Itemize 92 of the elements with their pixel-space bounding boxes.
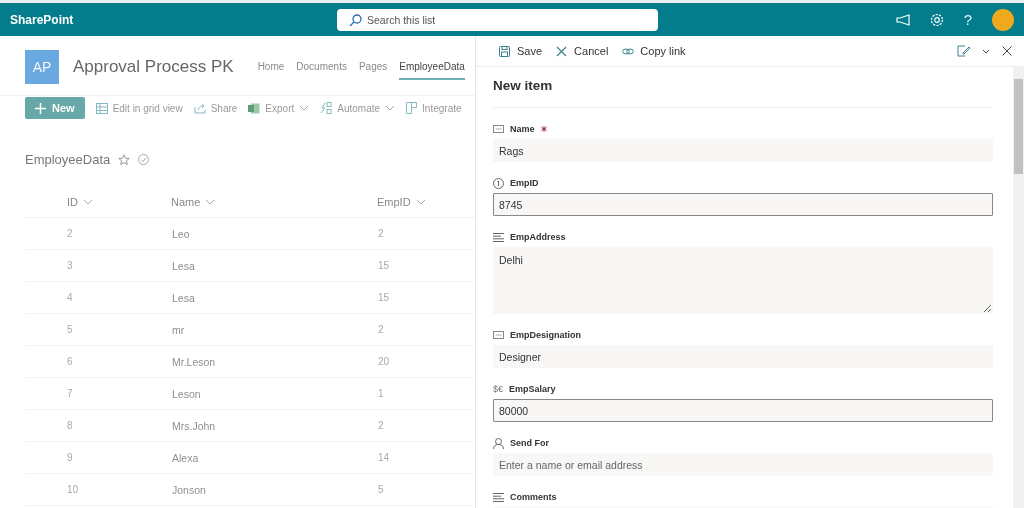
field-label: Name: [510, 124, 535, 134]
table-cell: mr: [172, 323, 185, 336]
table-cell: 5: [378, 484, 384, 495]
list-title: EmployeeData: [25, 152, 111, 167]
chevron-icon: [83, 199, 93, 205]
table-cell: 20: [378, 356, 390, 367]
table-cell: 2: [378, 228, 384, 239]
command-button[interactable]: Share: [193, 102, 238, 114]
table-cell: Lesa: [172, 259, 195, 272]
avatar-icon[interactable]: [992, 8, 1014, 31]
chevron-icon: [415, 199, 426, 205]
table-cell: 2: [378, 420, 384, 431]
column-header[interactable]: ID: [67, 196, 93, 208]
field-label: EmpDesignation: [510, 330, 581, 340]
input-field[interactable]: Rags: [493, 139, 993, 162]
search-field[interactable]: Search this list: [337, 8, 658, 31]
text-field-icon: [493, 125, 504, 133]
table-cell: 7: [67, 388, 73, 399]
integrate-icon: [406, 102, 418, 114]
table-cell: Alexa: [172, 451, 199, 464]
table-cell: Mrs.John: [172, 419, 216, 432]
table-cell: 15: [378, 292, 390, 303]
table-cell: Mr.Leson: [172, 355, 216, 368]
close-icon[interactable]: [1002, 46, 1012, 56]
toolbar-button[interactable]: Save: [499, 45, 543, 57]
table-cell: 2: [378, 324, 384, 335]
input-field[interactable]: 80000: [493, 399, 993, 422]
toolbar-button[interactable]: Copy link: [622, 45, 686, 57]
settings-icon[interactable]: [929, 12, 944, 27]
share-icon: [193, 102, 206, 114]
table-cell: 3: [67, 260, 73, 271]
nav-tab[interactable]: Documents: [296, 54, 347, 80]
table-cell: 9: [67, 452, 73, 463]
input-field[interactable]: Designer: [493, 345, 993, 368]
table-cell: 5: [67, 324, 73, 335]
flow-icon: [320, 102, 333, 114]
table-cell: Leo: [172, 227, 190, 240]
input-field[interactable]: Enter a name or email address: [493, 453, 993, 476]
table-cell: 6: [67, 356, 73, 367]
field-label: EmpSalary: [509, 384, 556, 394]
column-header[interactable]: EmpID: [377, 196, 426, 208]
edit-form-icon[interactable]: [957, 45, 970, 57]
number-icon: [493, 177, 504, 189]
plus-icon: [35, 102, 46, 114]
column-header[interactable]: Name: [171, 196, 216, 208]
spreadsheet-icon: [248, 102, 261, 114]
scrollbar-thumb[interactable]: [1014, 79, 1023, 174]
lines-icon: [493, 492, 504, 502]
table-cell: 14: [378, 452, 390, 463]
field-label: Send For: [510, 438, 549, 448]
check-circle-icon: [138, 154, 150, 165]
command-button[interactable]: Export: [248, 102, 310, 114]
currency-symbol: $€: [493, 384, 503, 394]
field-label: EmpAddress: [510, 232, 566, 242]
site-logo[interactable]: AP: [25, 50, 59, 84]
grid-icon: [95, 102, 108, 114]
input-field[interactable]: 8745: [493, 193, 993, 216]
command-button[interactable]: Automate: [320, 102, 396, 114]
table-cell: 15: [378, 260, 390, 271]
close-icon: [556, 45, 569, 57]
table-cell: 10: [67, 484, 79, 495]
table-cell: 1: [378, 388, 384, 399]
text-field-icon: [493, 331, 504, 339]
table-cell: Lesa: [172, 291, 195, 304]
table-cell: 8: [67, 420, 73, 431]
chevron-icon: [205, 199, 216, 205]
link-icon: [622, 45, 635, 57]
field-label: Comments: [510, 492, 557, 502]
field-label: EmpID: [510, 178, 539, 188]
lines-icon: [493, 232, 504, 242]
toolbar-button[interactable]: Cancel: [556, 45, 609, 57]
nav-tab[interactable]: EmployeeData: [399, 54, 465, 80]
command-button[interactable]: Integrate: [406, 102, 462, 114]
nav-tab[interactable]: Home: [257, 54, 285, 80]
new-button[interactable]: New: [25, 97, 85, 119]
megaphone-icon[interactable]: [895, 13, 910, 26]
table-cell: Jonson: [172, 483, 206, 496]
app-name[interactable]: SharePoint: [10, 12, 337, 27]
command-button[interactable]: Edit in grid view: [95, 102, 183, 114]
nav-tab[interactable]: Pages: [358, 54, 388, 80]
star-icon[interactable]: [118, 153, 131, 166]
save-icon: [499, 45, 511, 57]
site-title[interactable]: Approval Process PK: [73, 57, 234, 77]
chevron-icon[interactable]: [982, 48, 990, 54]
search-icon: [349, 13, 362, 27]
person-icon: [493, 437, 504, 449]
panel-title: New item: [493, 67, 993, 108]
table-cell: 4: [67, 292, 73, 303]
table-cell: 2: [67, 228, 73, 239]
table-cell: Leson: [172, 387, 201, 400]
help-button[interactable]: ?: [963, 11, 972, 28]
input-field[interactable]: Delhi: [493, 247, 993, 314]
